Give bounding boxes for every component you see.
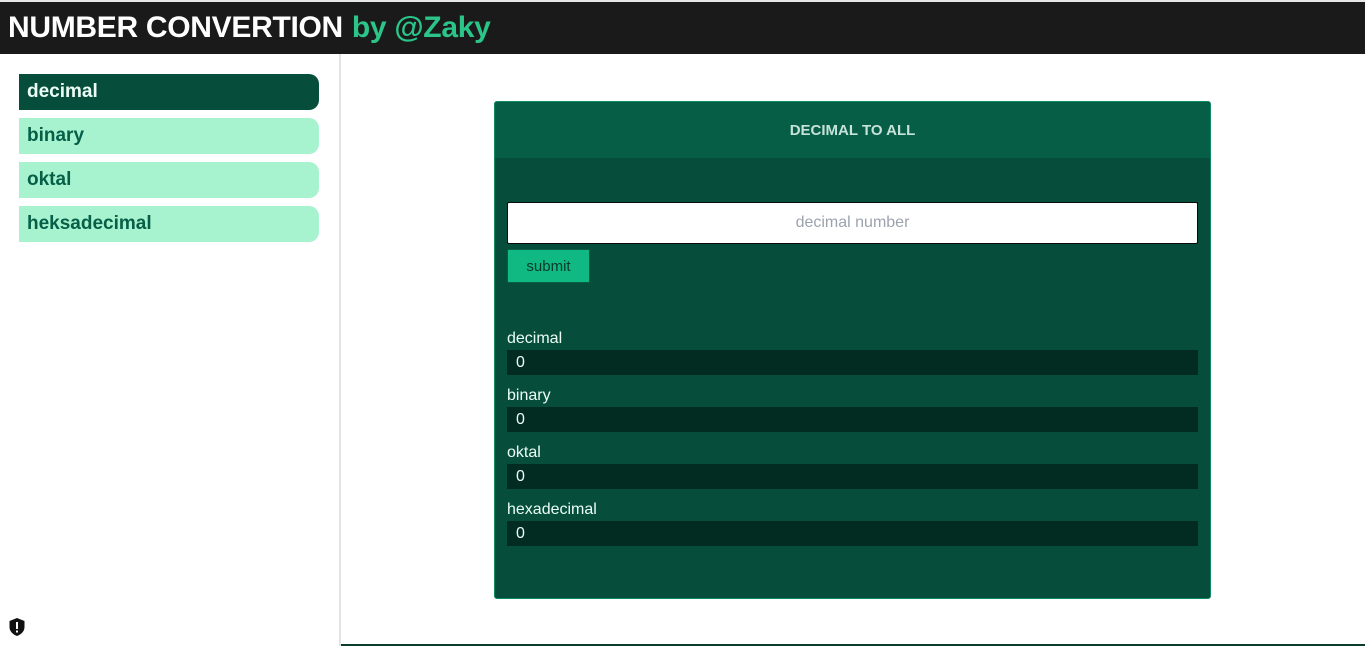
result-value-decimal: 0: [507, 350, 1198, 375]
result-value-binary: 0: [507, 407, 1198, 432]
result-label-hexadecimal: hexadecimal: [507, 501, 597, 518]
result-value-hexadecimal: 0: [507, 521, 1198, 546]
sidebar-item-decimal[interactable]: decimal: [19, 74, 319, 110]
result-value-oktal: 0: [507, 464, 1198, 489]
sidebar-item-label: decimal: [27, 81, 98, 102]
submit-button[interactable]: submit: [507, 249, 590, 283]
result-label-binary: binary: [507, 387, 551, 404]
sidebar-item-oktal[interactable]: oktal: [19, 162, 319, 198]
sidebar: decimal binary oktal heksadecimal: [0, 54, 341, 646]
sidebar-item-label: oktal: [27, 169, 72, 190]
sidebar-item-label: heksadecimal: [27, 213, 152, 234]
shield-icon[interactable]: [8, 617, 26, 637]
app-title: NUMBER CONVERTION: [8, 11, 343, 44]
app-author: by @Zaky: [351, 11, 491, 44]
result-label-oktal: oktal: [507, 444, 541, 461]
sidebar-item-heksadecimal[interactable]: heksadecimal: [19, 206, 319, 242]
converter-card: DECIMAL TO ALL submit decimal 0 binary 0…: [494, 101, 1211, 599]
decimal-number-input[interactable]: [507, 202, 1198, 244]
sidebar-item-label: binary: [27, 125, 85, 146]
card-title: DECIMAL TO ALL: [495, 102, 1210, 158]
sidebar-item-binary[interactable]: binary: [19, 118, 319, 154]
app-header: NUMBER CONVERTION by @Zaky: [0, 0, 1365, 54]
result-label-decimal: decimal: [507, 330, 563, 347]
